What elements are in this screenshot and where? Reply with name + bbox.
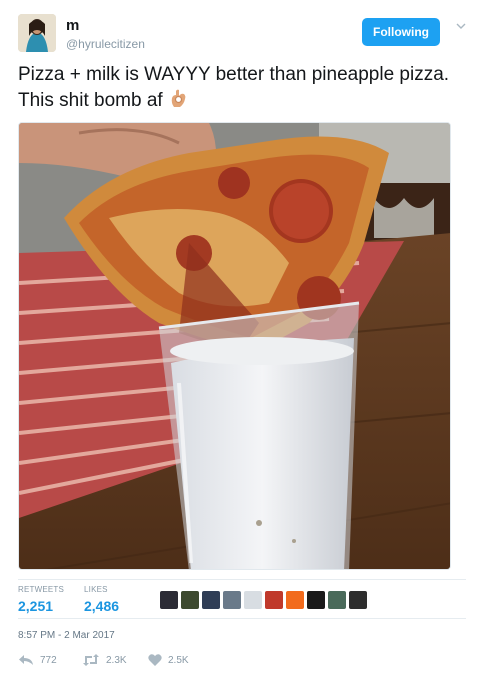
user-handle[interactable]: @hyrulecitizen — [66, 37, 145, 51]
retweet-icon — [83, 654, 99, 666]
following-button[interactable]: Following — [362, 18, 440, 46]
reply-count: 772 — [40, 654, 57, 666]
like-count: 2.5K — [168, 654, 189, 666]
display-name[interactable]: m — [66, 17, 79, 34]
likes-count: 2,486 — [84, 598, 120, 614]
retweets-label: RETWEETS — [18, 585, 65, 594]
liker-avatar[interactable] — [223, 591, 241, 609]
retweets-count: 2,251 — [18, 598, 54, 614]
liker-avatar[interactable] — [181, 591, 199, 609]
tweet-stats: RETWEETS 2,251 LIKES 2,486 — [18, 585, 468, 619]
tweet-actions: 772 2.3K 2.5K — [18, 654, 318, 670]
liker-avatar[interactable] — [286, 591, 304, 609]
liker-avatar[interactable] — [307, 591, 325, 609]
avatar[interactable] — [18, 14, 56, 52]
liker-avatar[interactable] — [202, 591, 220, 609]
tweet-body: Pizza + milk is WAYYY better than pineap… — [18, 64, 450, 111]
tweet-photo[interactable] — [18, 122, 451, 570]
liker-avatar[interactable] — [328, 591, 346, 609]
heart-icon — [148, 654, 162, 666]
like-button[interactable]: 2.5K — [148, 654, 189, 666]
ok-hand-emoji-icon — [168, 87, 190, 109]
liker-avatar[interactable] — [244, 591, 262, 609]
liker-avatar[interactable] — [349, 591, 367, 609]
likes-stat[interactable]: LIKES 2,486 — [84, 585, 119, 614]
reply-icon — [19, 655, 33, 665]
liker-avatar[interactable] — [160, 591, 178, 609]
retweets-stat[interactable]: RETWEETS 2,251 — [18, 585, 64, 614]
likes-label: LIKES — [84, 585, 108, 594]
divider — [18, 618, 466, 619]
liker-avatar[interactable] — [265, 591, 283, 609]
retweet-count: 2.3K — [106, 654, 127, 666]
reply-button[interactable]: 772 — [18, 654, 57, 666]
tweet-timestamp[interactable]: 8:57 PM - 2 Mar 2017 — [18, 630, 115, 641]
retweet-button[interactable]: 2.3K — [82, 654, 127, 666]
divider — [18, 579, 466, 580]
tweet-text: Pizza + milk is WAYYY better than pineap… — [18, 62, 473, 113]
chevron-down-icon[interactable] — [454, 20, 468, 34]
tweet-header: m @hyrulecitizen Following — [18, 14, 468, 54]
